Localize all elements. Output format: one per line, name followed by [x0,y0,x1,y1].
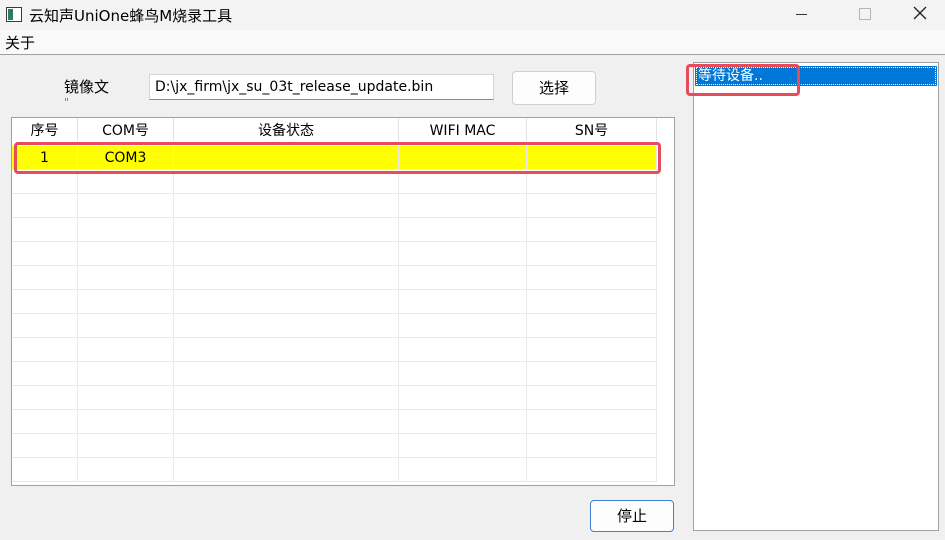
close-icon [913,6,927,20]
table-cell-empty [78,266,174,290]
table-cell-empty [399,386,527,410]
table-cell-empty [12,338,78,362]
table-cell-empty [399,434,527,458]
table-cell-empty [527,362,657,386]
table-cell-empty [527,218,657,242]
table-cell-empty [78,410,174,434]
table-cell-empty [527,458,657,482]
table-row-empty[interactable] [12,194,657,218]
table-cell-empty [527,434,657,458]
table-cell-empty [12,218,78,242]
table-cell-empty [527,290,657,314]
table-cell-empty [174,434,399,458]
image-path-input[interactable] [149,74,494,100]
table-cell-empty [527,242,657,266]
table-cell-empty [399,362,527,386]
table-cell-empty [174,338,399,362]
column-header-status[interactable]: 设备状态 [174,118,399,141]
table-cell-empty [527,314,657,338]
table-row-empty[interactable] [12,314,657,338]
log-list[interactable]: 等待设备.. [693,62,939,531]
table-cell-empty [78,218,174,242]
table-cell-empty [527,194,657,218]
table-cell-empty [174,242,399,266]
table-cell-empty [78,386,174,410]
maximize-button[interactable] [837,0,891,30]
table-cell-empty [174,290,399,314]
table-row-empty[interactable] [12,410,657,434]
table-cell-empty [12,242,78,266]
table-cell-empty [174,458,399,482]
table-cell-empty [78,314,174,338]
table-cell-empty [399,338,527,362]
column-header-index[interactable]: 序号 [12,118,78,141]
table-cell-empty [399,314,527,338]
table-cell-empty [527,338,657,362]
table-cell-empty [12,290,78,314]
table-cell-empty [399,242,527,266]
menu-item-about[interactable]: 关于 [5,32,35,53]
select-file-button[interactable]: 选择 [512,71,596,105]
table-cell-empty [78,242,174,266]
table-row-empty[interactable] [12,242,657,266]
minimize-icon [796,14,807,15]
table-cell-empty [12,362,78,386]
table-cell-empty [174,362,399,386]
menu-divider [0,54,945,55]
app-window-icon [6,7,22,22]
column-header-com[interactable]: COM号 [78,118,174,141]
table-cell-empty [78,194,174,218]
table-row-empty[interactable] [12,338,657,362]
table-cell-empty [78,362,174,386]
table-cell-empty [174,314,399,338]
table-cell-empty [12,458,78,482]
stop-button[interactable]: 停止 [590,500,674,532]
close-button[interactable] [891,0,945,30]
table-row-empty[interactable] [12,290,657,314]
table-cell-empty [12,434,78,458]
table-cell-empty [12,194,78,218]
maximize-icon [859,8,871,20]
table-cell-empty [174,218,399,242]
log-annotation-box [686,64,800,96]
table-cell-empty [78,338,174,362]
table-cell-empty [399,290,527,314]
window-title: 云知声UniOne蜂鸟M烧录工具 [29,7,233,25]
minimize-button[interactable] [782,0,836,30]
table-cell-empty [174,194,399,218]
table-cell-empty [399,194,527,218]
table-cell-empty [78,458,174,482]
table-header: 序号 COM号 设备状态 WIFI MAC SN号 [12,118,674,141]
title-bar: 云知声UniOne蜂鸟M烧录工具 [0,0,945,30]
table-cell-empty [527,266,657,290]
image-file-label: 镜像文 [64,78,110,96]
table-cell-empty [174,386,399,410]
table-cell-empty [12,314,78,338]
row-annotation-box [14,142,661,174]
table-row-empty[interactable] [12,458,657,482]
table-cell-empty [399,458,527,482]
table-cell-empty [174,410,399,434]
table-cell-empty [399,218,527,242]
table-row-empty[interactable] [12,362,657,386]
table-cell-empty [527,410,657,434]
table-cell-empty [399,266,527,290]
image-file-label-clipped: " [64,96,70,109]
table-cell-empty [527,386,657,410]
table-cell-empty [399,410,527,434]
table-cell-empty [12,410,78,434]
column-header-sn[interactable]: SN号 [527,118,657,141]
table-cell-empty [12,386,78,410]
table-cell-empty [78,434,174,458]
table-row-empty[interactable] [12,266,657,290]
table-row-empty[interactable] [12,218,657,242]
table-row-empty[interactable] [12,386,657,410]
table-row-empty[interactable] [12,434,657,458]
column-header-wifi-mac[interactable]: WIFI MAC [399,118,527,141]
table-cell-empty [174,266,399,290]
menu-bar: 关于 [0,30,945,54]
table-cell-empty [12,266,78,290]
table-cell-empty [78,290,174,314]
